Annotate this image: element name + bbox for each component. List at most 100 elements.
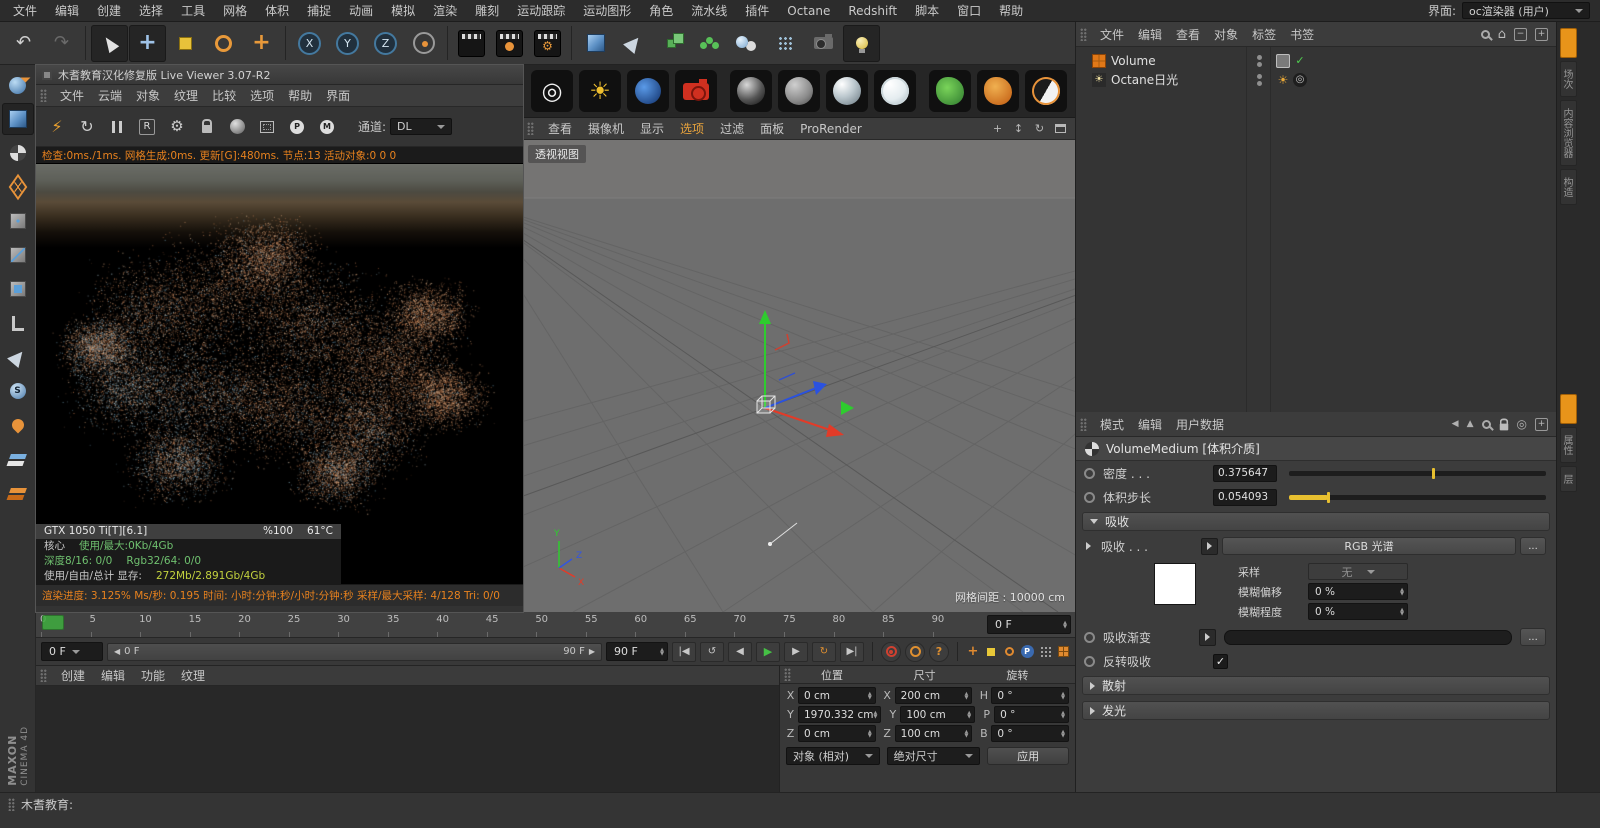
octane-daylight-button[interactable]: ☀ [579,70,621,112]
viewport-name-label[interactable]: 透视视图 [528,145,586,163]
point-mode-button[interactable] [2,205,34,237]
menu-item[interactable]: 创建 [88,2,130,19]
timeline-tick[interactable]: 50 [535,612,585,637]
lock-z-axis-button[interactable]: Z [367,25,404,62]
end-frame-input[interactable]: 90 F ▲ ▼ [606,642,668,661]
menu-item[interactable]: 选项 [243,89,281,103]
timeline-tick[interactable]: 20 [238,612,288,637]
key-scale-button[interactable] [984,642,998,662]
menu-item[interactable]: 流水线 [682,2,736,19]
menu-item[interactable]: Redshift [839,4,906,18]
step-slider-marker[interactable] [1326,491,1330,503]
menu-item[interactable]: 面板 [752,120,792,137]
next-frame-button[interactable]: ▶ [784,641,808,662]
menu-item[interactable]: 运动图形 [574,2,640,19]
panel-handle[interactable] [1080,417,1087,431]
gradient-field[interactable] [1224,629,1512,645]
octane-camera-button[interactable] [675,70,717,112]
add-cube-button[interactable] [577,25,614,62]
menu-item[interactable]: 帮助 [281,89,319,103]
timeline-tick[interactable]: 55 [585,612,635,637]
settings-button[interactable]: ⚙ [164,114,190,140]
menu-item[interactable]: 运动跟踪 [508,2,574,19]
dock-tab[interactable]: 层 [1560,466,1577,492]
absorption-color-swatch[interactable] [1154,563,1196,605]
model-mode-button[interactable] [1,103,34,135]
timeline-tick[interactable]: 70 [733,612,783,637]
menu-item[interactable]: 插件 [736,2,778,19]
menu-item[interactable]: 文件 [4,2,46,19]
gradient-more-button[interactable]: ... [1520,628,1546,646]
absorption-mode-dropdown[interactable]: RGB 光谱 [1222,537,1516,555]
glossy-material-button[interactable] [778,70,820,112]
menu-item[interactable]: 工具 [172,2,214,19]
channel-dropdown[interactable]: DL [390,118,453,135]
absorption-section-header[interactable]: 吸收 [1082,512,1550,531]
add-array-button[interactable] [767,25,804,62]
tweak-mode-button[interactable] [2,341,34,373]
add-generator-button[interactable] [653,25,690,62]
material-picker-button[interactable] [224,114,250,140]
pick-focus-button[interactable]: P [284,114,310,140]
interface-dropdown[interactable]: oc渲染器 (用户) [1462,2,1590,19]
snap-toggle-button[interactable]: S [2,375,34,407]
spline-pen-button[interactable] [615,25,652,62]
absorption-more-button[interactable]: ... [1520,537,1546,555]
render-settings-button[interactable]: ⚙ [529,25,566,62]
tab-objects-active[interactable] [1560,28,1577,58]
dock-tab[interactable]: 场次 [1560,61,1577,97]
menu-item[interactable]: 比较 [205,89,243,103]
rotation-input[interactable]: 0 ° ▲ ▼ [991,687,1070,704]
history-back-icon[interactable]: ◀ [1452,419,1459,429]
scale-tool-button[interactable] [167,25,204,62]
absorption-expand-button[interactable] [1201,537,1218,555]
start-frame-input[interactable]: 0 F [41,642,103,661]
viewport-zoom-icon[interactable]: ↕ [1010,121,1027,136]
pick-material-button[interactable]: M [314,114,340,140]
timeline-tick[interactable]: 65 [684,612,734,637]
search-icon[interactable] [1481,419,1491,429]
record-keyframe-button[interactable] [881,641,901,662]
panel-handle[interactable] [1080,27,1087,41]
step-length-input[interactable]: 0.054093 [1213,488,1277,506]
timeline-tick[interactable]: 30 [337,612,387,637]
move-tool-button[interactable]: + [129,24,166,62]
enabled-check-tag[interactable]: ✓ [1293,54,1307,68]
dock-tab[interactable]: 构造 [1560,169,1577,205]
collapse-icon[interactable]: − [1514,27,1527,41]
rotation-input[interactable]: 0 ° ▲ ▼ [991,725,1070,742]
specular-material-button[interactable] [826,70,868,112]
render-view[interactable]: GTX 1050 Ti[T][6.1] %100 61°C 核心 使用/最大:0… [36,164,523,584]
goto-start-button[interactable]: |◀ [672,641,696,662]
menu-item[interactable]: 纹理 [173,667,213,684]
dock-tab[interactable]: 属性 [1560,427,1577,463]
menu-item[interactable]: 选择 [130,2,172,19]
coordinate-mode-dropdown[interactable]: 对象 (相对) [786,747,880,765]
menu-item[interactable]: 体积 [256,2,298,19]
menu-item[interactable]: 文件 [53,89,91,103]
parent-up-icon[interactable]: ▲ [1467,419,1474,429]
pause-render-button[interactable] [104,114,130,140]
timeline-tick[interactable]: 75 [783,612,833,637]
timeline-tick[interactable]: 10 [139,612,189,637]
triangle-right-icon[interactable] [1086,542,1091,550]
keying-settings-button[interactable] [1056,642,1070,662]
axis-mode-button[interactable] [2,307,34,339]
viewport-rotate-icon[interactable]: ↻ [1031,121,1048,136]
reset-button[interactable]: R [134,114,160,140]
menu-item[interactable]: 对象 [1207,26,1245,43]
rotate-tool-button[interactable] [205,25,242,62]
focus-icon[interactable]: ◎ [1517,417,1527,431]
menu-item[interactable]: 角色 [640,2,682,19]
viewport[interactable]: Y X Z 透视视图 网格间距 : 10000 cm [523,140,1075,612]
menu-item[interactable]: 标签 [1245,26,1283,43]
dock-tab[interactable]: 内容浏览器 [1560,100,1577,166]
menu-item[interactable]: 对象 [129,89,167,103]
menu-item[interactable]: Octane [778,4,839,18]
blur-amount-input[interactable]: 0 % ▲ ▼ [1308,603,1408,620]
octane-object-tag[interactable] [1276,53,1290,68]
menu-item[interactable]: 捕捉 [298,2,340,19]
keyframe-circle-icon[interactable] [1084,467,1095,479]
size-input[interactable]: 100 cm ▲ ▼ [894,725,973,742]
density-slider[interactable] [1289,467,1546,479]
